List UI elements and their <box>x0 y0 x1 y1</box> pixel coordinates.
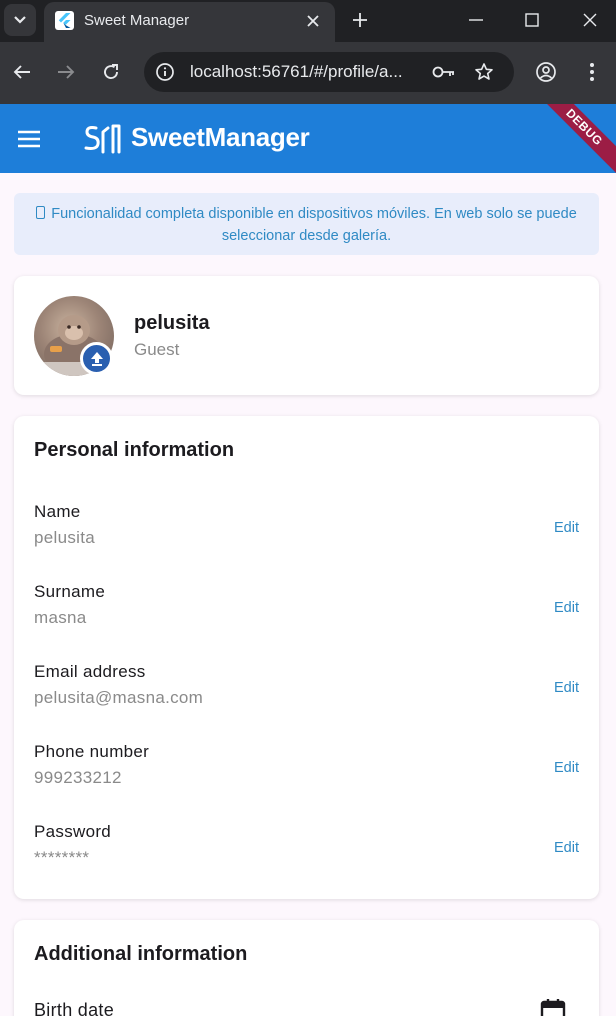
forward-arrow-icon[interactable] <box>53 59 79 85</box>
edit-name-button[interactable]: Edit <box>554 520 579 536</box>
field-surname: Surname masna Edit <box>14 582 599 642</box>
field-name: Name pelusita Edit <box>14 502 599 562</box>
reload-icon[interactable] <box>98 59 124 85</box>
minimize-icon[interactable] <box>462 7 490 33</box>
hamburger-menu-icon[interactable] <box>12 122 46 156</box>
web-limitation-notice: Funcionalidad completa disponible en dis… <box>14 193 599 255</box>
browser-toolbar: localhost:56761/#/profile/a... <box>0 42 616 104</box>
upload-arrow-icon <box>90 352 103 366</box>
section-title-additional: Additional information <box>34 943 248 965</box>
more-vertical-icon[interactable] <box>579 59 605 85</box>
edit-password-button[interactable]: Edit <box>554 840 579 856</box>
new-tab-plus-icon[interactable] <box>348 8 372 32</box>
field-value: 999233212 <box>34 768 122 787</box>
url-text[interactable]: localhost:56761/#/profile/a... <box>190 62 416 82</box>
tab-title: Sweet Manager <box>84 12 190 29</box>
profile-role: Guest <box>134 340 180 359</box>
password-key-icon[interactable] <box>432 61 456 83</box>
field-value: masna <box>34 608 87 627</box>
sweetmanager-logo-icon <box>84 124 121 154</box>
back-arrow-icon[interactable] <box>9 59 35 85</box>
maximize-icon[interactable] <box>518 7 546 33</box>
site-info-icon[interactable] <box>154 61 176 83</box>
profile-account-icon[interactable] <box>533 59 559 85</box>
tab-close-icon[interactable] <box>302 10 324 32</box>
browser-tab[interactable]: Sweet Manager <box>44 2 335 42</box>
profile-card: pelusita Guest <box>14 276 599 395</box>
section-title-personal: Personal information <box>34 439 235 461</box>
field-label: Name <box>34 502 81 521</box>
calendar-icon[interactable] <box>540 998 566 1016</box>
bookmark-star-icon[interactable] <box>472 61 496 83</box>
field-value: ******** <box>34 848 90 867</box>
field-value: pelusita@masna.com <box>34 688 204 707</box>
app-title: SweetManager <box>131 122 310 152</box>
window-close-icon[interactable] <box>576 7 604 33</box>
field-email: Email address pelusita@masna.com Edit <box>14 662 599 722</box>
field-label: Phone number <box>34 742 150 761</box>
edit-phone-button[interactable]: Edit <box>554 760 579 776</box>
flutter-favicon-icon <box>55 11 74 30</box>
app-bar: SweetManager DEBUG <box>0 104 616 173</box>
field-label: Surname <box>34 582 106 601</box>
field-label: Password <box>34 822 112 841</box>
field-phone: Phone number 999233212 Edit <box>14 742 599 802</box>
edit-email-button[interactable]: Edit <box>554 680 579 696</box>
notice-text: Funcionalidad completa disponible en dis… <box>51 206 577 244</box>
field-value: pelusita <box>34 528 95 547</box>
upload-photo-button[interactable] <box>80 342 113 375</box>
profile-name: pelusita <box>134 312 210 334</box>
edit-surname-button[interactable]: Edit <box>554 600 579 616</box>
debug-ribbon: DEBUG <box>527 104 616 173</box>
field-password: Password ******** Edit <box>14 822 599 882</box>
tab-search-button[interactable] <box>4 4 36 36</box>
address-bar[interactable]: localhost:56761/#/profile/a... <box>144 52 514 92</box>
additional-information-card: Additional information Birth date <box>14 920 599 1016</box>
phone-icon <box>36 206 46 219</box>
chevron-down-icon <box>14 16 26 24</box>
field-label: Email address <box>34 662 146 681</box>
birth-date-label: Birth date <box>34 1000 115 1016</box>
browser-tab-bar: Sweet Manager <box>0 0 616 42</box>
personal-information-card: Personal information Name pelusita Edit … <box>14 416 599 899</box>
